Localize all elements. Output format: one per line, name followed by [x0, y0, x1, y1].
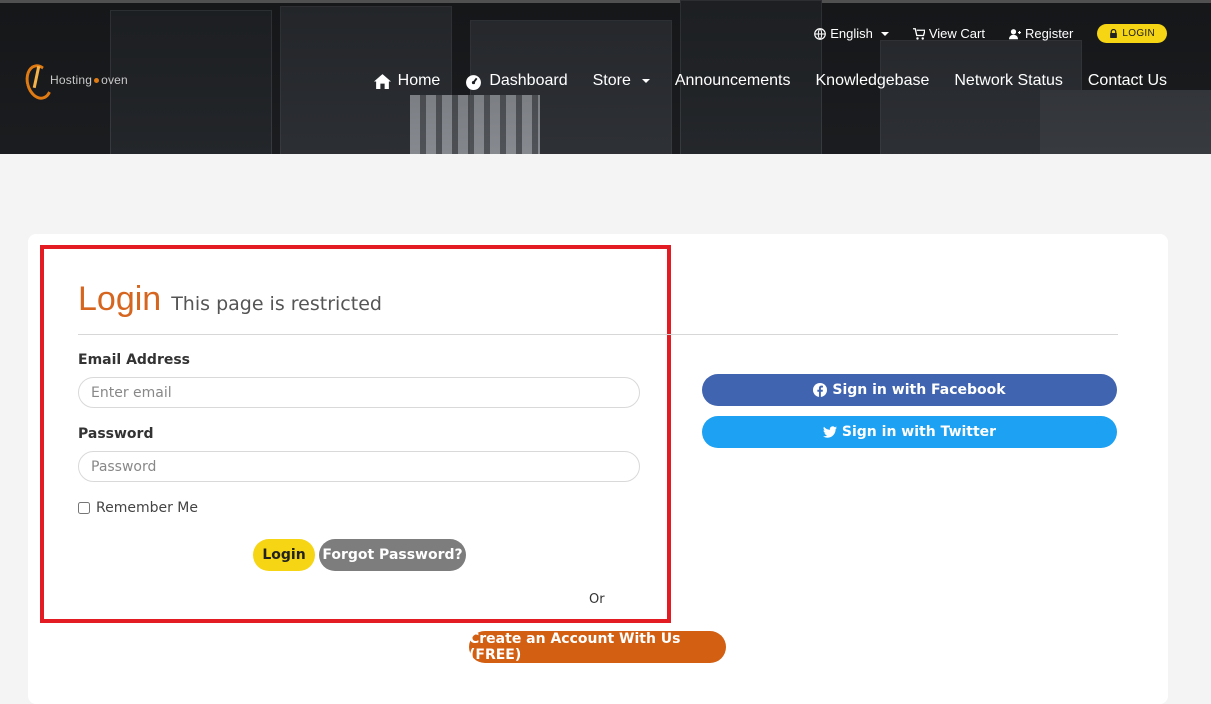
nav-item-dashboard[interactable]: Dashboard [465, 72, 568, 90]
twitter-signin-button[interactable]: Sign in with Twitter [702, 416, 1117, 448]
nav-item-knowledgebase[interactable]: Knowledgebase [816, 72, 930, 90]
nav-item-network-status[interactable]: Network Status [954, 72, 1062, 90]
logo-text: Hosting oven [50, 73, 128, 87]
register-label: Register [1024, 26, 1074, 41]
page-title: Login This page is restricted [78, 280, 382, 319]
nav-item-store[interactable]: Store [593, 72, 650, 90]
email-label: Email Address [78, 352, 191, 368]
language-label: English [830, 26, 873, 41]
nav-item-label: Network Status [954, 72, 1063, 89]
password-label: Password [78, 426, 154, 442]
nav-item-label: Store [592, 72, 631, 89]
forgot-password-button[interactable]: Forgot Password? [319, 539, 466, 571]
or-separator: Or [589, 592, 605, 607]
site-header: Hosting oven English View Cart Register L… [0, 0, 1211, 154]
password-field[interactable] [78, 451, 640, 482]
chevron-down-icon [880, 31, 889, 36]
login-pill-button[interactable]: LOGIN [1097, 24, 1167, 43]
login-heading: Login [78, 280, 162, 318]
twitter-icon [822, 426, 837, 438]
nav-item-label: Dashboard [489, 72, 568, 89]
nav-item-home[interactable]: Home [373, 72, 441, 90]
view-cart-link[interactable]: View Cart [912, 26, 985, 41]
header-topbar: English View Cart Register LOGIN [814, 24, 1167, 43]
view-cart-label: View Cart [928, 26, 985, 41]
language-selector[interactable]: English [814, 26, 889, 41]
facebook-signin-label: Sign in with Facebook [832, 382, 1006, 398]
nav-item-label: Knowledgebase [815, 72, 930, 89]
facebook-icon [813, 383, 828, 397]
lock-icon [1110, 29, 1118, 38]
email-field[interactable] [78, 377, 640, 408]
register-link[interactable]: Register [1008, 26, 1074, 41]
remember-me-label[interactable]: Remember Me [96, 500, 198, 516]
create-account-button[interactable]: Create an Account With Us (FREE) [469, 631, 726, 663]
cart-icon [912, 27, 925, 40]
login-subheading: This page is restricted [171, 293, 382, 315]
nav-item-label: Home [397, 72, 441, 89]
login-button[interactable]: Login [253, 539, 315, 571]
title-divider [78, 334, 1118, 335]
logo-mark-icon [21, 61, 57, 103]
site-logo[interactable]: Hosting oven [21, 61, 128, 103]
remember-me-checkbox[interactable] [78, 502, 90, 514]
home-icon [373, 73, 391, 89]
nav-item-label: Announcements [674, 72, 791, 89]
user-plus-icon [1008, 28, 1021, 39]
login-pill-label: LOGIN [1122, 28, 1155, 39]
nav-item-announcements[interactable]: Announcements [675, 72, 791, 90]
globe-icon [814, 27, 827, 40]
nav-item-label: Contact Us [1087, 72, 1167, 89]
main-navigation: Home Dashboard Store Announcements Knowl… [373, 72, 1167, 90]
remember-me: Remember Me [78, 500, 198, 516]
nav-item-contact-us[interactable]: Contact Us [1088, 72, 1167, 90]
twitter-signin-label: Sign in with Twitter [841, 424, 997, 440]
chevron-down-icon [641, 79, 650, 83]
dashboard-gauge-icon [466, 74, 482, 90]
facebook-signin-button[interactable]: Sign in with Facebook [702, 374, 1117, 406]
